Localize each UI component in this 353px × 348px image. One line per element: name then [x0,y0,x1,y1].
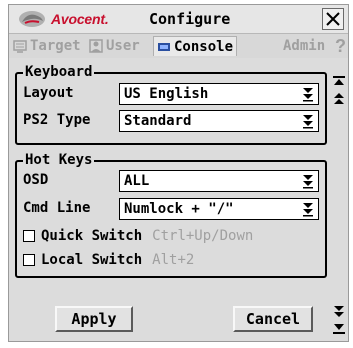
console-panel: Keyboard Layout US English PS2 Type Stan… [9,58,348,341]
quick-switch-checkbox[interactable] [23,230,35,242]
local-switch-label[interactable]: Local Switch [41,252,142,268]
ps2-type-label: PS2 Type [23,112,91,128]
user-icon [89,39,103,53]
scroll-down-button[interactable] [331,304,347,320]
cancel-button[interactable]: Cancel [233,306,313,332]
window-title: Configure [149,10,231,28]
tab-console-label: Console [174,38,234,55]
tab-admin-label: Admin [283,38,326,54]
tab-admin[interactable]: Admin [283,36,325,56]
osd-select[interactable]: ALL [119,170,319,192]
apply-label: Apply [71,310,117,328]
cmd-line-value: Numlock + "/" [124,201,234,217]
configure-window: Avocent. Configure Target User Console A… [8,4,349,342]
scroll-top-icon [333,76,345,85]
keyboard-legend: Keyboard [23,64,95,80]
hot-keys-group: Hot Keys OSD ALL Cmd Line Numlock + "/" [15,152,327,278]
scroll-up-icon [334,93,344,104]
layout-label: Layout [23,85,74,101]
cmd-line-dropdown-button[interactable] [299,199,317,219]
scroll-top-button[interactable] [331,74,347,90]
scroll-bottom-button[interactable] [331,320,347,336]
hot-keys-legend: Hot Keys [23,152,95,168]
cmd-line-select[interactable]: Numlock + "/" [119,198,319,220]
chevron-down-icon [303,115,313,129]
apply-button[interactable]: Apply [55,306,133,332]
target-icon [13,40,27,53]
osd-value: ALL [124,173,150,189]
tab-user-label: User [106,38,140,54]
avocent-logo: Avocent. [17,9,109,29]
tab-user[interactable]: User [89,36,140,56]
cancel-label: Cancel [245,310,301,328]
local-switch-checkbox[interactable] [23,254,35,266]
avocent-logo-icon [19,11,45,27]
layout-value: US English [124,86,209,102]
scroll-up-button[interactable] [331,90,347,106]
quick-switch-hint: Ctrl+Up/Down [152,228,254,244]
scroll-bottom-icon [333,324,345,334]
tab-bar: Target User Console Admin [9,34,348,58]
quick-switch-row: Quick Switch Ctrl+Up/Down [23,228,253,244]
chevron-down-icon [303,175,313,189]
layout-dropdown-button[interactable] [299,84,317,104]
osd-dropdown-button[interactable] [299,171,317,191]
local-switch-hint: Alt+2 [152,252,195,268]
tab-target-label: Target [30,38,81,54]
help-button[interactable]: ? [335,36,346,57]
ps2-type-dropdown-button[interactable] [299,111,317,131]
local-switch-row: Local Switch Alt+2 [23,252,194,268]
close-button[interactable] [322,8,344,30]
keyboard-group: Keyboard Layout US English PS2 Type Stan… [15,64,327,145]
title-bar: Avocent. Configure [9,5,348,34]
brand-name: Avocent. [51,11,109,27]
layout-select[interactable]: US English [119,83,319,105]
chevron-down-icon [303,88,313,102]
console-icon [158,42,170,51]
close-icon [326,12,340,26]
ps2-type-select[interactable]: Standard [119,110,319,132]
quick-switch-label[interactable]: Quick Switch [41,228,142,244]
scroll-down-icon [334,306,344,317]
ps2-type-value: Standard [124,113,192,129]
cmd-line-label: Cmd Line [23,200,91,216]
tab-console[interactable]: Console [153,36,238,56]
tab-target[interactable]: Target [13,36,81,56]
chevron-down-icon [303,203,313,217]
osd-label: OSD [23,172,49,188]
